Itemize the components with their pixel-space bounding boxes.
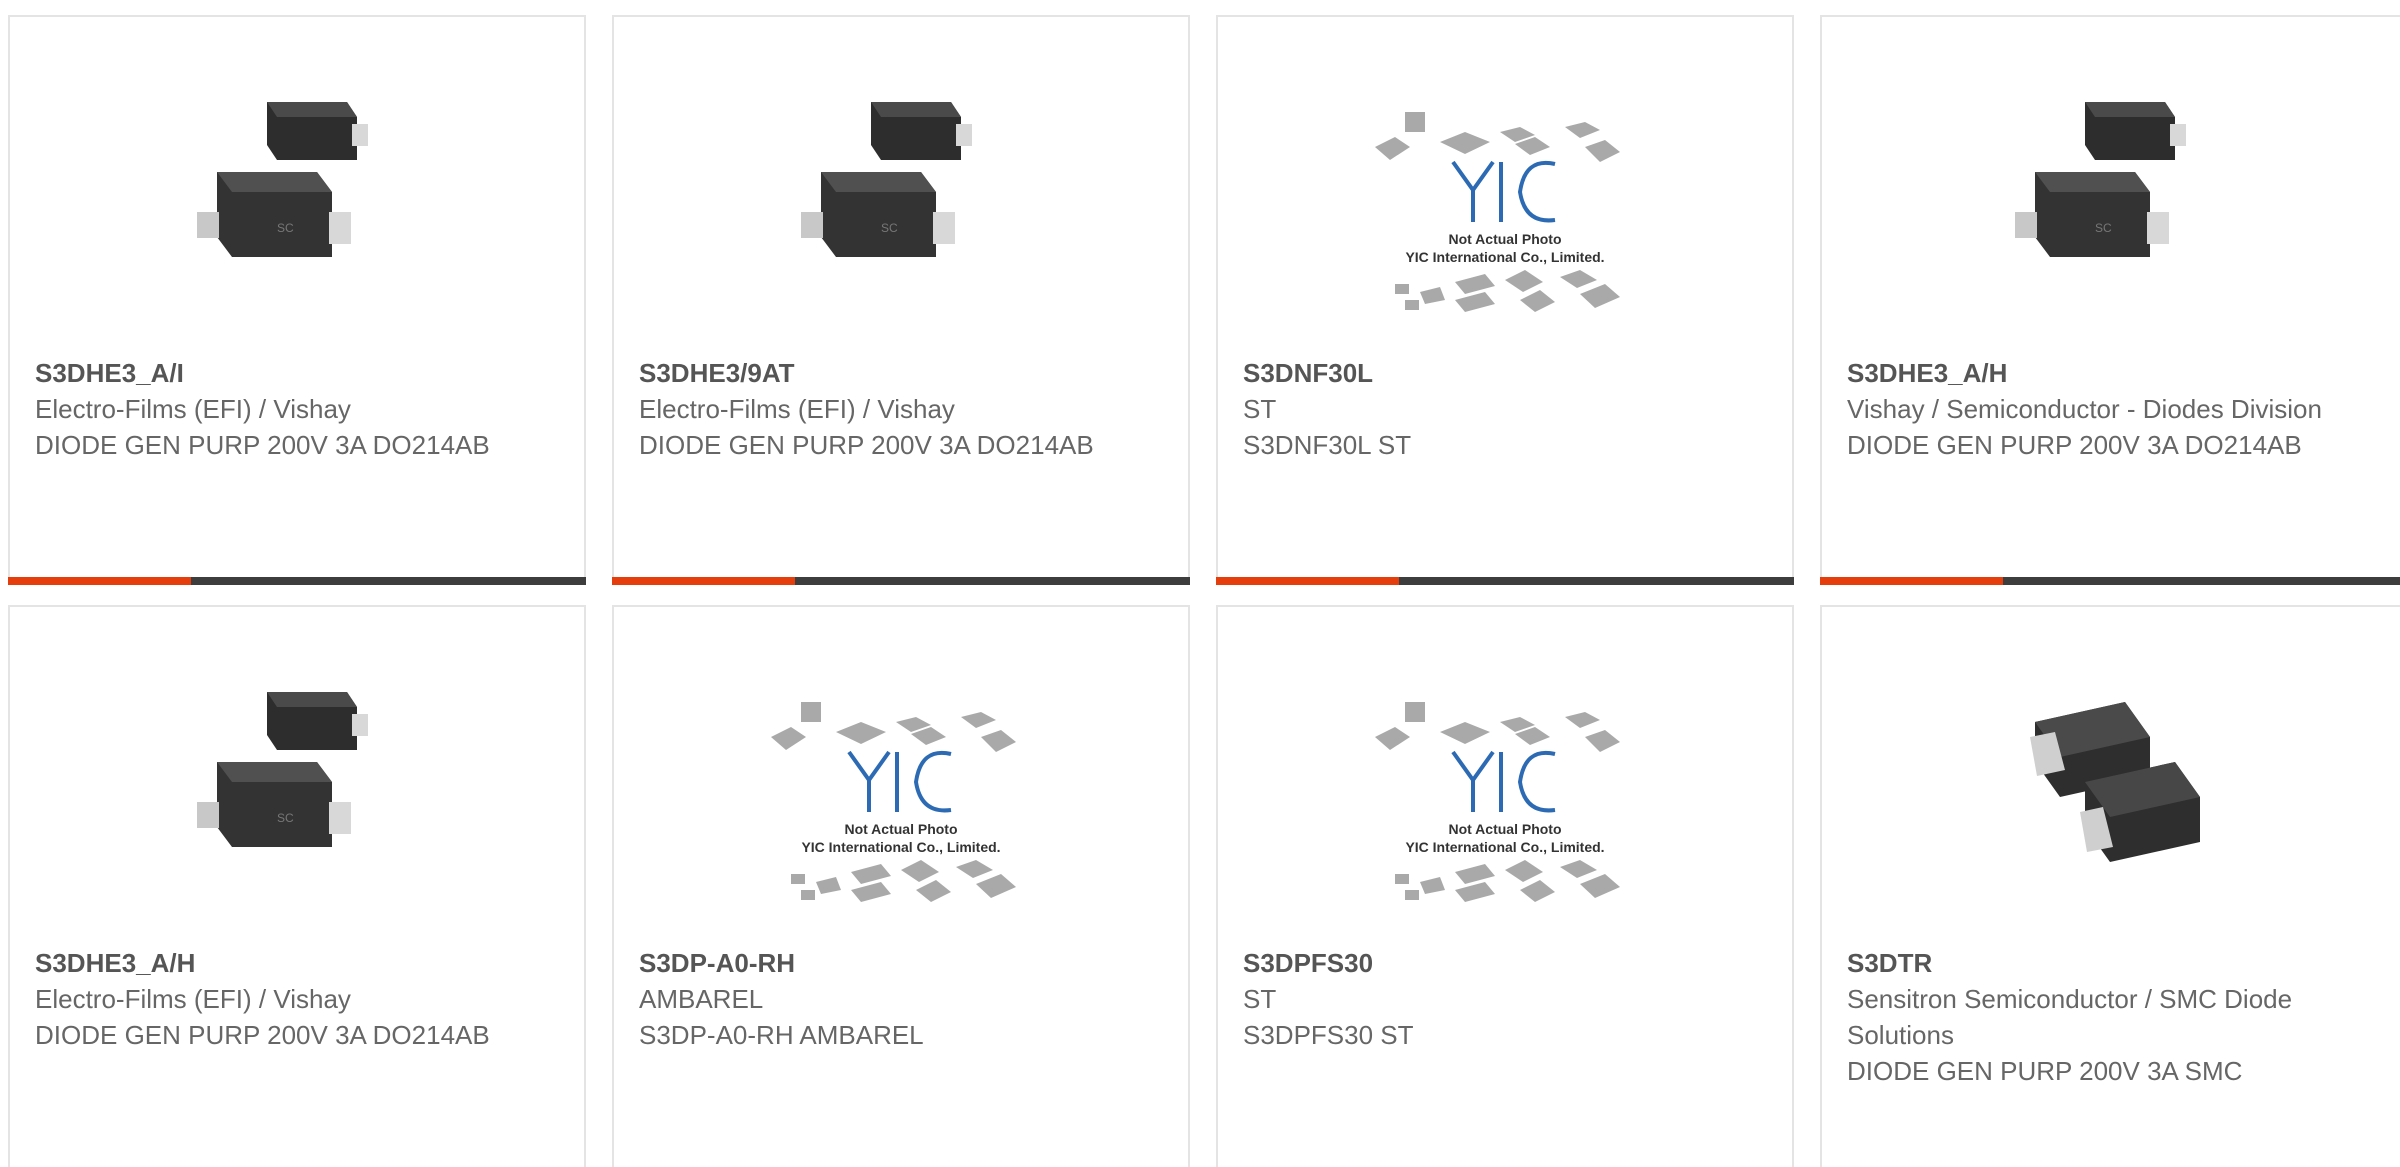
product-card[interactable]: Not Actual Photo YIC International Co., …	[1216, 15, 1794, 585]
svg-text:SC: SC	[881, 221, 898, 235]
part-number[interactable]: S3DPFS30	[1243, 945, 1767, 981]
product-info: S3DNF30L ST S3DNF30L ST	[1243, 355, 1767, 463]
part-number[interactable]: S3DHE3/9AT	[639, 355, 1163, 391]
part-number[interactable]: S3DNF30L	[1243, 355, 1767, 391]
product-card[interactable]: Not Actual Photo YIC International Co., …	[1216, 605, 1794, 1167]
part-number[interactable]: S3DP-A0-RH	[639, 945, 1163, 981]
manufacturer: ST	[1243, 394, 1277, 424]
yic-placeholder-icon[interactable]: Not Actual Photo YIC International Co., …	[1365, 72, 1645, 332]
manufacturer: Electro-Films (EFI) / Vishay	[35, 984, 351, 1014]
smc-diode-pair-icon[interactable]: SC	[1975, 72, 2255, 332]
product-info: S3DHE3_A/I Electro-Films (EFI) / Vishay …	[35, 355, 559, 463]
manufacturer: ST	[1243, 984, 1277, 1014]
product-info: S3DPFS30 ST S3DPFS30 ST	[1243, 945, 1767, 1053]
manufacturer: Vishay / Semiconductor - Diodes Division	[1847, 394, 2322, 424]
smc-diode-pair-icon[interactable]: SC	[761, 72, 1041, 332]
product-card[interactable]: SC S3DHE3_A/I Electro-Films (EFI) / Vish…	[8, 15, 586, 585]
part-number[interactable]: S3DTR	[1847, 945, 2328, 981]
manufacturer: Sensitron Semiconductor / SMC Diode Solu…	[1847, 984, 2293, 1050]
description: S3DP-A0-RH AMBAREL	[639, 1020, 924, 1050]
manufacturer: Electro-Films (EFI) / Vishay	[639, 394, 955, 424]
svg-text:Not Actual Photo: Not Actual Photo	[844, 821, 957, 837]
product-info: S3DHE3_A/H Electro-Films (EFI) / Vishay …	[35, 945, 559, 1053]
card-footer-bar	[612, 577, 1190, 585]
description: S3DPFS30 ST	[1243, 1020, 1414, 1050]
product-info: S3DP-A0-RH AMBAREL S3DP-A0-RH AMBAREL	[639, 945, 1163, 1053]
svg-text:SC: SC	[2095, 221, 2112, 235]
description: DIODE GEN PURP 200V 3A SMC	[1847, 1056, 2243, 1086]
svg-text:YIC International Co., Limited: YIC International Co., Limited.	[1405, 839, 1604, 855]
product-info: S3DHE3_A/H Vishay / Semiconductor - Diod…	[1847, 355, 2328, 463]
yic-placeholder-icon[interactable]: Not Actual Photo YIC International Co., …	[1365, 662, 1645, 922]
svg-text:Not Actual Photo: Not Actual Photo	[1448, 231, 1561, 247]
card-footer-bar	[8, 577, 586, 585]
yic-placeholder-icon[interactable]: Not Actual Photo YIC International Co., …	[761, 662, 1041, 922]
svg-text:SC: SC	[277, 221, 294, 235]
description: DIODE GEN PURP 200V 3A DO214AB	[35, 430, 490, 460]
description: DIODE GEN PURP 200V 3A DO214AB	[639, 430, 1094, 460]
part-number[interactable]: S3DHE3_A/I	[35, 355, 559, 391]
description: S3DNF30L ST	[1243, 430, 1412, 460]
description: DIODE GEN PURP 200V 3A DO214AB	[1847, 430, 2302, 460]
card-accent	[612, 577, 795, 585]
part-number[interactable]: S3DHE3_A/H	[35, 945, 559, 981]
card-accent	[1216, 577, 1399, 585]
smc-diode-angled-icon[interactable]	[1975, 662, 2255, 922]
product-info: S3DTR Sensitron Semiconductor / SMC Diod…	[1847, 945, 2328, 1089]
part-number[interactable]: S3DHE3_A/H	[1847, 355, 2328, 391]
card-accent	[8, 577, 191, 585]
svg-text:Not Actual Photo: Not Actual Photo	[1448, 821, 1561, 837]
svg-text:YIC International Co., Limited: YIC International Co., Limited.	[801, 839, 1000, 855]
product-card[interactable]: SC S3DHE3/9AT Electro-Films (EFI) / Vish…	[612, 15, 1190, 585]
manufacturer: AMBAREL	[639, 984, 764, 1014]
svg-text:SC: SC	[277, 811, 294, 825]
product-card[interactable]: SC S3DHE3_A/H Electro-Films (EFI) / Vish…	[8, 605, 586, 1167]
smc-diode-pair-icon[interactable]: SC	[157, 72, 437, 332]
smc-diode-pair-icon[interactable]: SC	[157, 662, 437, 922]
product-card[interactable]: S3DTR Sensitron Semiconductor / SMC Diod…	[1820, 605, 2400, 1167]
product-info: S3DHE3/9AT Electro-Films (EFI) / Vishay …	[639, 355, 1163, 463]
card-accent	[1820, 577, 2003, 585]
svg-text:YIC International Co., Limited: YIC International Co., Limited.	[1405, 249, 1604, 265]
card-footer-bar	[1820, 577, 2400, 585]
manufacturer: Electro-Films (EFI) / Vishay	[35, 394, 351, 424]
description: DIODE GEN PURP 200V 3A DO214AB	[35, 1020, 490, 1050]
card-footer-bar	[1216, 577, 1794, 585]
product-card[interactable]: SC S3DHE3_A/H Vishay / Semiconductor - D…	[1820, 15, 2400, 585]
product-card[interactable]: Not Actual Photo YIC International Co., …	[612, 605, 1190, 1167]
product-grid: SC S3DHE3_A/I Electro-Films (EFI) / Vish…	[0, 0, 2400, 1167]
